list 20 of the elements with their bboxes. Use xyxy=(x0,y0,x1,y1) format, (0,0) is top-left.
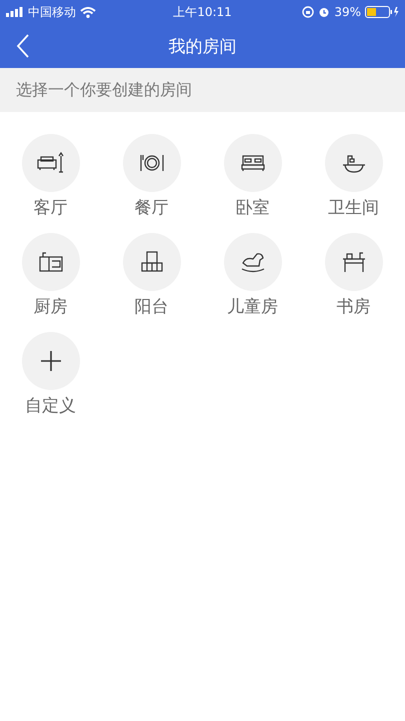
room-label: 餐厅 xyxy=(134,197,168,219)
room-label: 儿童房 xyxy=(227,296,278,318)
signal-icon xyxy=(6,7,24,17)
wifi-icon xyxy=(80,6,96,18)
back-button[interactable] xyxy=(16,33,30,59)
room-label: 卫生间 xyxy=(328,197,379,219)
battery-percent: 39% xyxy=(334,5,361,19)
room-label: 阳台 xyxy=(134,296,168,318)
carrier-name: 中国移动 xyxy=(28,4,76,20)
rotation-lock-icon xyxy=(302,6,314,18)
prompt-text: 选择一个你要创建的房间 xyxy=(16,80,192,100)
room-label: 书房 xyxy=(336,296,370,318)
room-label: 客厅 xyxy=(34,197,68,219)
alarm-icon xyxy=(318,6,330,18)
page-title: 我的房间 xyxy=(168,36,236,58)
status-time: 上午10:11 xyxy=(173,4,232,20)
room-label: 厨房 xyxy=(34,296,68,318)
battery-icon xyxy=(365,6,399,18)
room-label: 自定义 xyxy=(25,395,76,417)
room-label: 卧室 xyxy=(236,197,270,219)
